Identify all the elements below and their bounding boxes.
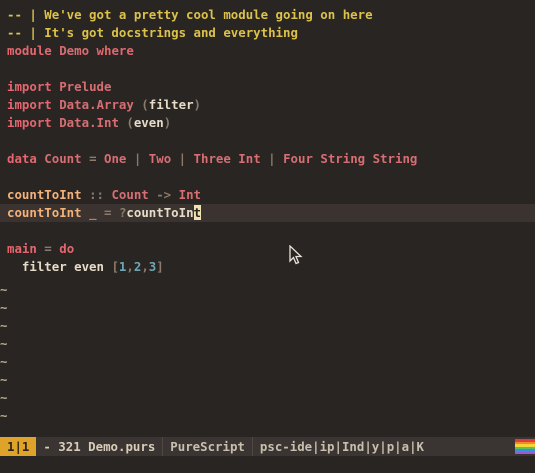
code-token: = bbox=[96, 205, 119, 220]
code-token: | bbox=[178, 151, 187, 166]
empty-line-tilde: ~ bbox=[0, 336, 8, 351]
code-token: ( bbox=[141, 97, 149, 112]
code-token: Prelude bbox=[51, 79, 112, 94]
code-token: ) bbox=[163, 115, 172, 130]
empty-line-tilde: ~ bbox=[0, 372, 8, 387]
empty-line-tilde: ~ bbox=[0, 390, 8, 405]
code-token: , bbox=[126, 259, 134, 274]
code-token: where bbox=[96, 43, 134, 58]
mouse-cursor-icon bbox=[289, 244, 303, 268]
code-token: even bbox=[133, 115, 164, 130]
rainbow-flag-icon bbox=[515, 439, 535, 454]
code-token: Int bbox=[178, 187, 201, 202]
code-token: , bbox=[141, 259, 149, 274]
file-name: - 321 Demo.purs bbox=[43, 439, 156, 454]
code-token: One bbox=[96, 151, 134, 166]
code-token: countToInt bbox=[7, 187, 82, 202]
code-line[interactable]: countToInt _ = ?countToInt bbox=[7, 204, 202, 222]
code-token: Three Int bbox=[186, 151, 269, 166]
cursor-position: 1|1 bbox=[0, 437, 37, 456]
empty-line-tilde: ~ bbox=[0, 300, 8, 315]
code-token: main bbox=[7, 241, 37, 256]
code-token: = bbox=[36, 241, 60, 256]
code-token: ) bbox=[193, 97, 201, 112]
code-token: Count bbox=[111, 187, 149, 202]
code-line[interactable]: data Count = One | Two | Three Int | Fou… bbox=[7, 150, 417, 168]
code-token: module bbox=[7, 43, 52, 58]
code-line[interactable]: filter even [1,2,3] bbox=[7, 258, 164, 276]
code-token: countToIn bbox=[126, 205, 194, 220]
status-bar: 1|1 - 321 Demo.purs PureScript psc-ide|i… bbox=[0, 437, 535, 456]
code-token: data bbox=[7, 151, 37, 166]
code-token: _ bbox=[89, 205, 97, 220]
code-token: filter even bbox=[7, 259, 112, 274]
code-token: :: bbox=[81, 187, 112, 202]
code-token: import bbox=[7, 79, 52, 94]
text-cursor: t bbox=[193, 205, 202, 220]
empty-line-tilde: ~ bbox=[0, 282, 8, 297]
code-token: import bbox=[7, 115, 52, 130]
empty-line-tilde: ~ bbox=[0, 354, 8, 369]
code-token: Data.Array bbox=[51, 97, 142, 112]
rainbow-stripe bbox=[515, 451, 535, 454]
file-type: PureScript bbox=[162, 437, 252, 456]
code-line[interactable]: import Data.Int (even) bbox=[7, 114, 171, 132]
empty-line-tilde: ~ bbox=[0, 408, 8, 423]
code-token: do bbox=[59, 241, 75, 256]
code-token: -- | It's got docstrings and everything bbox=[7, 25, 298, 40]
code-token: [ bbox=[111, 259, 119, 274]
code-token: Demo bbox=[51, 43, 97, 58]
code-line[interactable]: module Demo where bbox=[7, 42, 134, 60]
code-token: = bbox=[89, 151, 97, 166]
code-token: countToInt bbox=[7, 205, 82, 220]
code-line[interactable]: import Data.Array (filter) bbox=[7, 96, 201, 114]
code-line[interactable]: import Prelude bbox=[7, 78, 111, 96]
code-token: -- | We've got a pretty cool module goin… bbox=[7, 7, 373, 22]
code-token: Two bbox=[141, 151, 179, 166]
code-line[interactable]: -- | It's got docstrings and everything bbox=[7, 24, 298, 42]
code-token: Data.Int bbox=[51, 115, 127, 130]
code-line[interactable]: -- | We've got a pretty cool module goin… bbox=[7, 6, 373, 24]
code-token: Count bbox=[36, 151, 90, 166]
code-token: ] bbox=[156, 259, 164, 274]
code-token: -> bbox=[148, 187, 179, 202]
code-token: filter bbox=[148, 97, 194, 112]
code-token: | bbox=[268, 151, 276, 166]
code-token: ( bbox=[126, 115, 134, 130]
empty-line-tilde: ~ bbox=[0, 318, 8, 333]
code-line[interactable]: countToInt :: Count -> Int bbox=[7, 186, 201, 204]
code-line[interactable]: main = do bbox=[7, 240, 74, 258]
code-token: import bbox=[7, 97, 52, 112]
code-token: Four String String bbox=[275, 151, 418, 166]
plugin-status: psc-ide|ip|Ind|y|p|a|K bbox=[251, 437, 431, 456]
